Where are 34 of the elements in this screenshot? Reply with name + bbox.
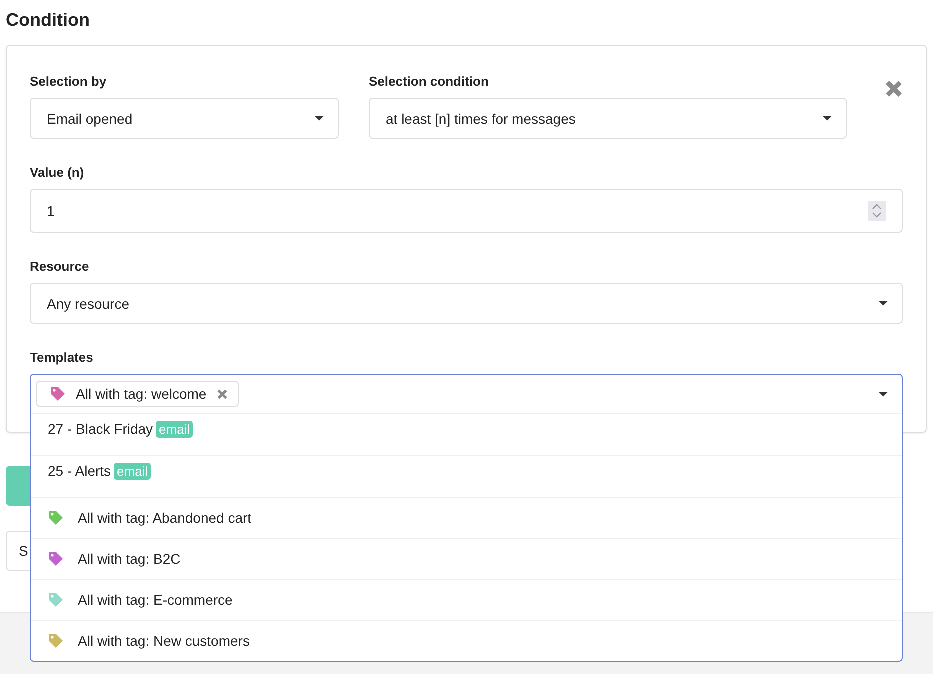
field-label: Selection condition: [369, 74, 489, 89]
option-label: 25 - Alerts: [48, 463, 112, 479]
selection-condition-dropdown[interactable]: at least [n] times for messages: [369, 98, 847, 139]
dropdown-option[interactable]: 27 - Black Friday email: [31, 413, 902, 455]
remove-icon[interactable]: [216, 388, 228, 400]
caret-icon: [879, 301, 888, 306]
number-input[interactable]: 1: [30, 189, 903, 233]
field-label: Value (n): [30, 165, 84, 180]
dropdown-option[interactable]: All with tag: Abandoned cart: [31, 497, 902, 538]
field-label: Resource: [30, 259, 90, 274]
option-label: 27 - Black Friday: [48, 421, 154, 437]
spinner-icon[interactable]: [868, 201, 886, 221]
option-label: All with tag: Abandoned cart: [78, 510, 252, 526]
option-label: All with tag: B2C: [78, 551, 181, 567]
email-badge: email: [114, 463, 152, 480]
chip-label: All with tag: welcome: [76, 386, 207, 402]
option-label: All with tag: E-commerce: [78, 592, 233, 608]
templates-multiselect[interactable]: All with tag: welcome 27 - Black Friday email 25 - Alerts email All with tag: Abandoned cart All with tag: B2C All with tag: E-commerce All with tag: New customers: [30, 374, 903, 662]
caret-icon: [823, 116, 832, 121]
email-badge: email: [156, 421, 194, 438]
dropdown-option[interactable]: All with tag: New customers: [31, 620, 902, 661]
dropdown-option[interactable]: All with tag: B2C: [31, 538, 902, 579]
close-icon[interactable]: [885, 80, 903, 98]
section-title: Condition: [6, 9, 91, 32]
option-label: All with tag: New customers: [78, 633, 250, 649]
input-field[interactable]: S: [6, 531, 30, 571]
selection-by-dropdown[interactable]: Email opened: [30, 98, 339, 139]
field-label: Templates: [30, 350, 94, 365]
caret-icon: [879, 392, 888, 396]
caret-icon: [315, 116, 324, 121]
field-label: Selection by: [30, 74, 107, 89]
dropdown-option[interactable]: All with tag: E-commerce: [31, 579, 902, 620]
resource-dropdown[interactable]: Any resource: [30, 283, 903, 324]
dropdown-option[interactable]: 25 - Alerts email: [31, 455, 902, 497]
